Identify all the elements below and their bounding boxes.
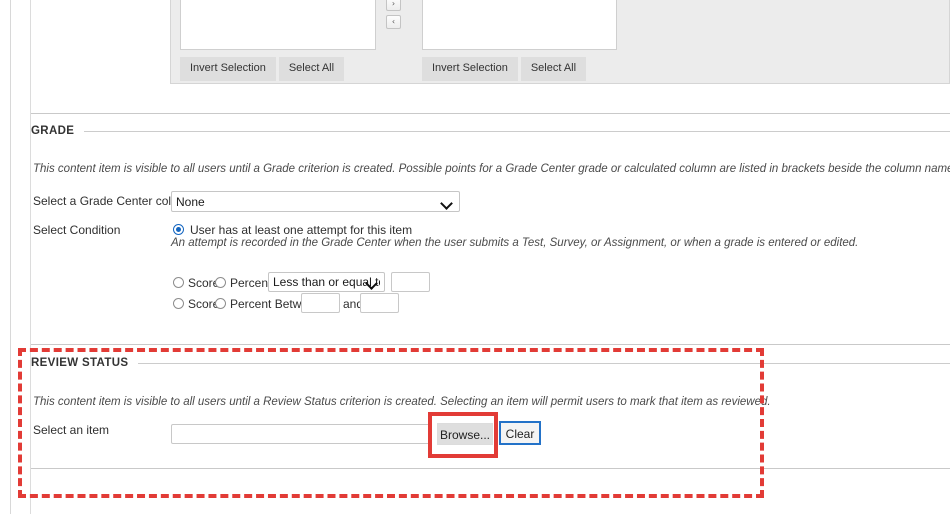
select-condition-label: Select Condition (33, 223, 121, 237)
percent-radio-row1[interactable] (215, 277, 226, 288)
condition-range-from-input[interactable] (301, 293, 340, 313)
grade-description: This content item is visible to all user… (33, 163, 950, 175)
invert-selection-button-left[interactable]: Invert Selection (180, 57, 276, 81)
review-status-highlight-box (18, 348, 764, 498)
review-status-description: This content item is visible to all user… (33, 396, 771, 408)
divider-above-review-status (31, 344, 950, 345)
condition-operator-select-wrap: Less than or equal to (268, 272, 385, 292)
percent-label-row1: Percent (230, 276, 272, 290)
grade-section-title: GRADE (31, 125, 75, 137)
left-list-actions: Invert Selection Select All (180, 57, 347, 81)
condition-range-to-input[interactable] (360, 293, 399, 313)
browse-button[interactable]: Browse... (437, 423, 493, 445)
move-left-icon[interactable]: ‹ (386, 15, 401, 29)
review-status-section-header: REVIEW STATUS (31, 356, 950, 370)
grade-column-select[interactable]: None (171, 191, 460, 212)
divider-above-grade (31, 113, 950, 114)
clear-button[interactable]: Clear (499, 421, 541, 445)
item-selection-panel: › ‹ Invert Selection Select All Invert Se… (170, 0, 950, 84)
move-right-icon[interactable]: › (386, 0, 401, 11)
right-list-actions: Invert Selection Select All (422, 57, 589, 81)
select-an-item-input[interactable] (171, 424, 431, 444)
grade-column-select-wrap: None (171, 191, 460, 212)
condition-attempt-radio[interactable] (173, 224, 184, 235)
review-status-section-title: REVIEW STATUS (31, 357, 129, 369)
condition-attempt-help: An attempt is recorded in the Grade Cent… (171, 237, 859, 249)
page-root: › ‹ Invert Selection Select All Invert Se… (0, 0, 950, 514)
select-all-button-right[interactable]: Select All (520, 57, 587, 81)
list-transfer-arrows: › ‹ (386, 0, 406, 33)
grade-section-header: GRADE (31, 124, 950, 138)
page-gutter-line-inner (30, 0, 31, 514)
invert-selection-button-right[interactable]: Invert Selection (422, 57, 518, 81)
percent-between-radio-row2[interactable] (215, 298, 226, 309)
select-all-button-left[interactable]: Select All (278, 57, 345, 81)
available-items-listbox[interactable] (180, 0, 376, 50)
select-an-item-label: Select an item (33, 423, 110, 437)
grade-header-rule (84, 130, 950, 132)
condition-attempt-label: User has at least one attempt for this i… (190, 223, 413, 237)
selected-items-listbox[interactable] (422, 0, 617, 50)
page-gutter-line-left (10, 0, 11, 514)
divider-below-review-status (31, 468, 950, 469)
score-radio-row1[interactable] (173, 277, 184, 288)
score-radio-row2[interactable] (173, 298, 184, 309)
condition-value-input[interactable] (391, 272, 430, 292)
review-status-header-rule (138, 362, 950, 364)
condition-operator-select[interactable]: Less than or equal to (268, 272, 385, 292)
